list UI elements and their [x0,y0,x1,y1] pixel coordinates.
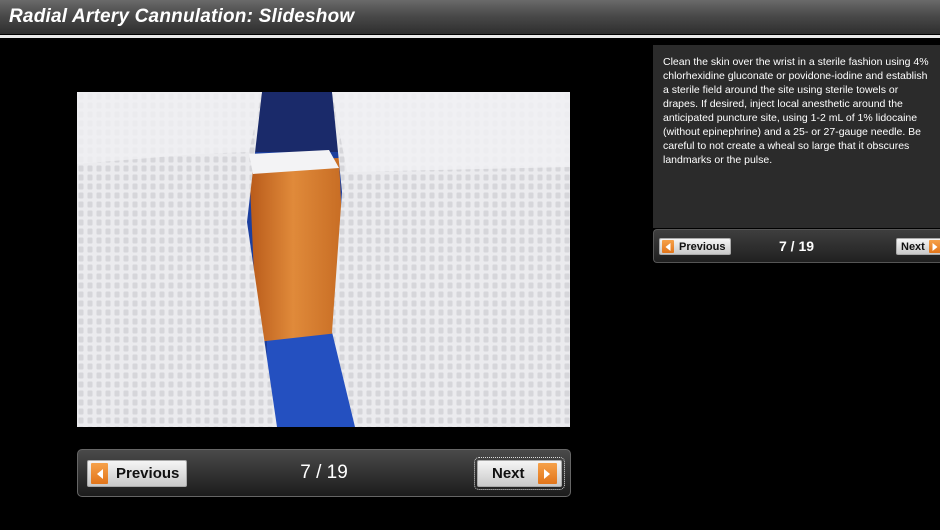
slide-image [77,92,570,427]
next-button[interactable]: Next [474,457,565,490]
arrow-right-icon [537,463,557,484]
slide-navigation: Previous 7 / 19 Next [77,449,571,497]
caption-previous-label: Previous [679,240,726,253]
header-divider [0,35,940,38]
page-title: Radial Artery Cannulation: Slideshow [9,6,355,27]
slide-photo-graphic [77,92,570,427]
slide-caption: Clean the skin over the wrist in a steri… [653,45,940,228]
next-button-label: Next [492,465,525,482]
caption-next-label: Next [901,240,925,253]
title-bar: Radial Artery Cannulation: Slideshow [0,0,940,34]
caption-previous-button[interactable]: Previous [659,238,731,255]
caption-next-button[interactable]: Next [896,238,940,255]
caption-slide-counter: 7 / 19 [779,238,815,254]
arrow-right-icon [928,240,940,253]
arrow-left-icon [662,240,674,253]
caption-navigation: Previous 7 / 19 Next [653,229,940,263]
